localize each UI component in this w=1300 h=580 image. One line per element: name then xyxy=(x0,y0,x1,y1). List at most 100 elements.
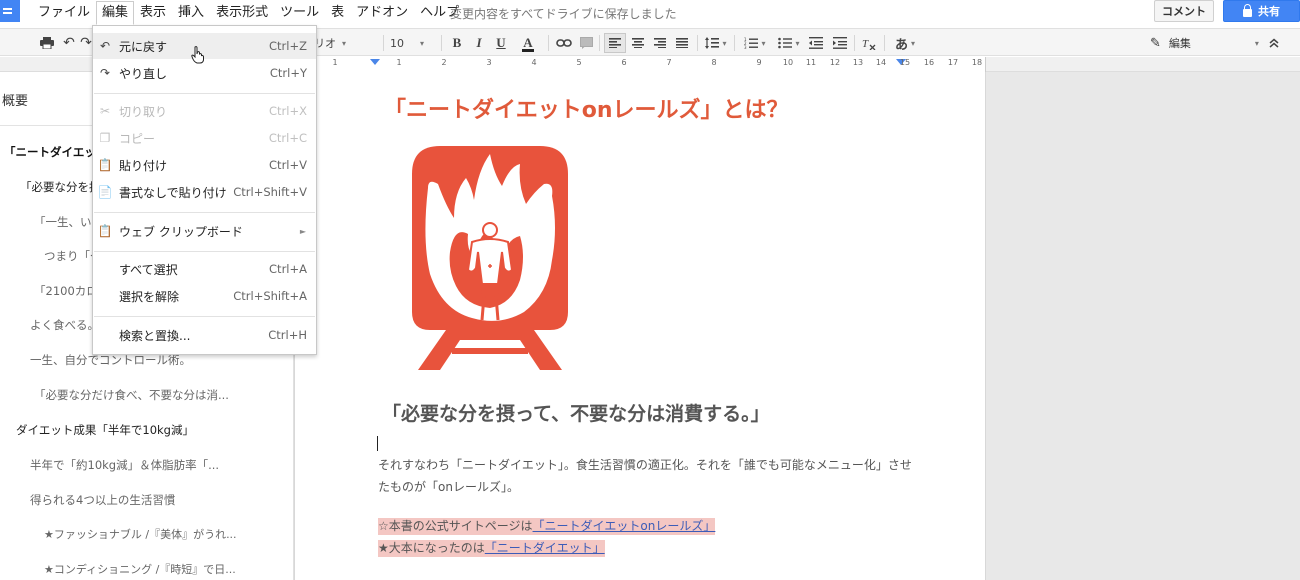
flame-train-logo[interactable] xyxy=(408,144,572,370)
paste-plain-icon: 📄 xyxy=(97,185,113,199)
outline-title: 概要 xyxy=(2,94,29,109)
menu-item-web-clipboard[interactable]: 📋 ウェブ クリップボード ► xyxy=(93,218,316,244)
document-heading-2[interactable]: 「必要な分を摂って、不要な分は消費する。」 xyxy=(382,399,770,426)
redo-icon[interactable]: ↷ xyxy=(80,33,92,53)
menu-item-label: コピー xyxy=(119,131,156,146)
official-site-line[interactable]: ☆本書の公式サイトページは「ニートダイエットonレールズ」 xyxy=(378,518,716,535)
left-indent-marker[interactable] xyxy=(370,59,380,65)
menu-item-paste[interactable]: 📋 貼り付け Ctrl+V xyxy=(93,152,316,178)
chevron-up-double-icon[interactable] xyxy=(1264,33,1284,53)
official-site-prefix: ☆本書の公式サイトページは xyxy=(378,519,533,533)
align-right-icon[interactable] xyxy=(650,33,670,53)
print-icon[interactable] xyxy=(38,33,56,53)
share-label: 共有 xyxy=(1258,5,1280,18)
ruler-tick-label: 3 xyxy=(486,58,492,67)
menu-edit[interactable]: 編集 xyxy=(96,1,135,25)
pencil-icon: ✎ xyxy=(1150,35,1161,51)
clear-formatting-icon[interactable]: T xyxy=(858,33,880,53)
menu-insert[interactable]: 挿入 xyxy=(172,1,210,25)
ruler[interactable]: 1 1 2 3 4 5 6 7 8 9 10 11 12 13 14 15 16… xyxy=(294,57,986,72)
ruler-tick-label: 1 xyxy=(396,58,402,67)
undo-icon[interactable]: ↶ xyxy=(60,33,78,53)
outline-item[interactable]: ダイエット成果「半年で10kg減」 xyxy=(16,422,216,438)
document-title[interactable]: 「ニートダイエットonレールズ」とは？ xyxy=(384,92,789,124)
font-family-select[interactable]: リオ ▾ xyxy=(314,33,374,53)
menu-view[interactable]: 表示 xyxy=(134,1,172,25)
menu-addons[interactable]: アドオン xyxy=(350,1,414,25)
svg-text:3: 3 xyxy=(744,45,747,49)
outline-item[interactable]: 「一生、いい xyxy=(34,214,94,230)
menu-item-label: 選択を解除 xyxy=(119,289,180,304)
document-paragraph[interactable]: それすなわち「ニートダイエット」。食生活習慣の適正化。それを「誰でも可能なメニュ… xyxy=(378,454,918,498)
outline-item[interactable]: よく食べる。 xyxy=(30,317,94,333)
ruler-tick-label: 12 xyxy=(829,58,841,67)
share-button[interactable]: 共有 xyxy=(1223,0,1300,22)
menu-item-cut[interactable]: ✂ 切り取り Ctrl+X xyxy=(93,98,316,124)
outline-item[interactable]: 得られる4つ以上の生活習慣 xyxy=(30,492,230,508)
docs-logo-icon[interactable] xyxy=(0,0,20,22)
ruler-tick-label: 8 xyxy=(711,58,717,67)
menu-items: ファイル 編集 表示 挿入 表示形式 ツール 表 アドオン ヘルプ xyxy=(32,0,465,26)
document-page[interactable] xyxy=(294,72,986,580)
outline-item[interactable]: ★ファッショナブル /『美体』がうれ... xyxy=(44,526,244,542)
chevron-down-icon: ▾ xyxy=(761,38,766,48)
official-site-link[interactable]: 「ニートダイエットonレールズ」 xyxy=(533,519,716,533)
menu-item-select-all[interactable]: すべて選択 Ctrl+A xyxy=(93,256,316,282)
numbered-list-icon[interactable]: 1 2 3 ▾ xyxy=(740,33,770,53)
ruler-tick-label: 17 xyxy=(947,58,959,67)
menu-bar: ファイル 編集 表示 挿入 表示形式 ツール 表 アドオン ヘルプ 変更内容をす… xyxy=(0,0,1300,26)
bulleted-list-icon[interactable]: ▾ xyxy=(774,33,804,53)
outline-item[interactable]: 「必要な分だけ食べ、不要な分は消... xyxy=(34,387,234,403)
menu-item-copy[interactable]: ❐ コピー Ctrl+C xyxy=(93,125,316,151)
ruler-tick-label: 5 xyxy=(576,58,582,67)
menu-item-label: やり直し xyxy=(119,66,168,81)
text-cursor xyxy=(377,436,378,451)
scissors-icon: ✂ xyxy=(99,104,111,118)
menu-item-deselect[interactable]: 選択を解除 Ctrl+Shift+A xyxy=(93,283,316,309)
align-justify-icon[interactable] xyxy=(672,33,692,53)
menu-divider xyxy=(94,93,315,94)
comment-button[interactable]: コメント xyxy=(1154,0,1214,22)
menu-item-label: ウェブ クリップボード xyxy=(119,224,243,239)
ruler-tick-label: 16 xyxy=(923,58,935,67)
editing-mode-select[interactable]: ✎ 編集 ▾ xyxy=(1150,33,1259,53)
outline-item[interactable]: 「2100カロリ xyxy=(34,283,94,299)
outline-item[interactable]: つまり「や xyxy=(44,248,94,264)
align-left-icon[interactable] xyxy=(604,33,626,53)
menu-format[interactable]: 表示形式 xyxy=(210,1,274,25)
comment-add-icon[interactable] xyxy=(577,33,595,53)
original-source-link[interactable]: 「ニートダイエット」 xyxy=(485,541,605,555)
menu-table[interactable]: 表 xyxy=(325,1,350,25)
menu-item-paste-plain[interactable]: 📄 書式なしで貼り付け Ctrl+Shift+V xyxy=(93,179,316,205)
menu-file[interactable]: ファイル xyxy=(32,1,96,25)
chevron-down-icon: ▾ xyxy=(795,38,800,48)
text-color-swatch xyxy=(522,48,534,52)
decrease-indent-icon[interactable] xyxy=(806,33,826,53)
font-size-select[interactable]: 10 ▾ xyxy=(390,33,436,53)
menu-item-find-replace[interactable]: 検索と置換... Ctrl+H xyxy=(93,322,316,348)
menu-tools[interactable]: ツール xyxy=(274,1,325,25)
save-status[interactable]: 変更内容をすべてドライブに保存しました xyxy=(450,5,677,22)
outline-item[interactable]: 半年で「約10kg減」＆体脂肪率「... xyxy=(30,457,230,473)
menu-item-shortcut: Ctrl+Shift+A xyxy=(233,289,307,303)
line-spacing-icon[interactable]: ▾ xyxy=(702,33,730,53)
redo-icon: ↷ xyxy=(99,66,111,80)
toolbar-divider xyxy=(854,35,855,51)
underline-button[interactable]: U xyxy=(492,33,510,53)
font-name: リオ xyxy=(314,37,336,50)
menu-item-label: 切り取り xyxy=(119,104,168,119)
chevron-down-icon: ▾ xyxy=(722,38,727,48)
link-icon[interactable] xyxy=(554,33,574,53)
input-tools-button[interactable]: あ ▾ xyxy=(890,33,920,53)
outline-item[interactable]: ★コンディショニング /『時短』で日... xyxy=(44,561,244,577)
increase-indent-icon[interactable] xyxy=(830,33,850,53)
align-center-icon[interactable] xyxy=(628,33,648,53)
ruler-tick-label: 15 xyxy=(899,58,911,67)
bold-button[interactable]: B xyxy=(448,33,466,53)
original-source-prefix: ★大本になったのは xyxy=(378,541,485,555)
submenu-arrow-icon: ► xyxy=(299,226,306,236)
italic-button[interactable]: I xyxy=(470,33,488,53)
original-source-line[interactable]: ★大本になったのは「ニートダイエット」 xyxy=(378,540,605,557)
text-color-button[interactable]: A xyxy=(514,33,542,53)
ruler-tick-label: 1 xyxy=(332,58,338,67)
